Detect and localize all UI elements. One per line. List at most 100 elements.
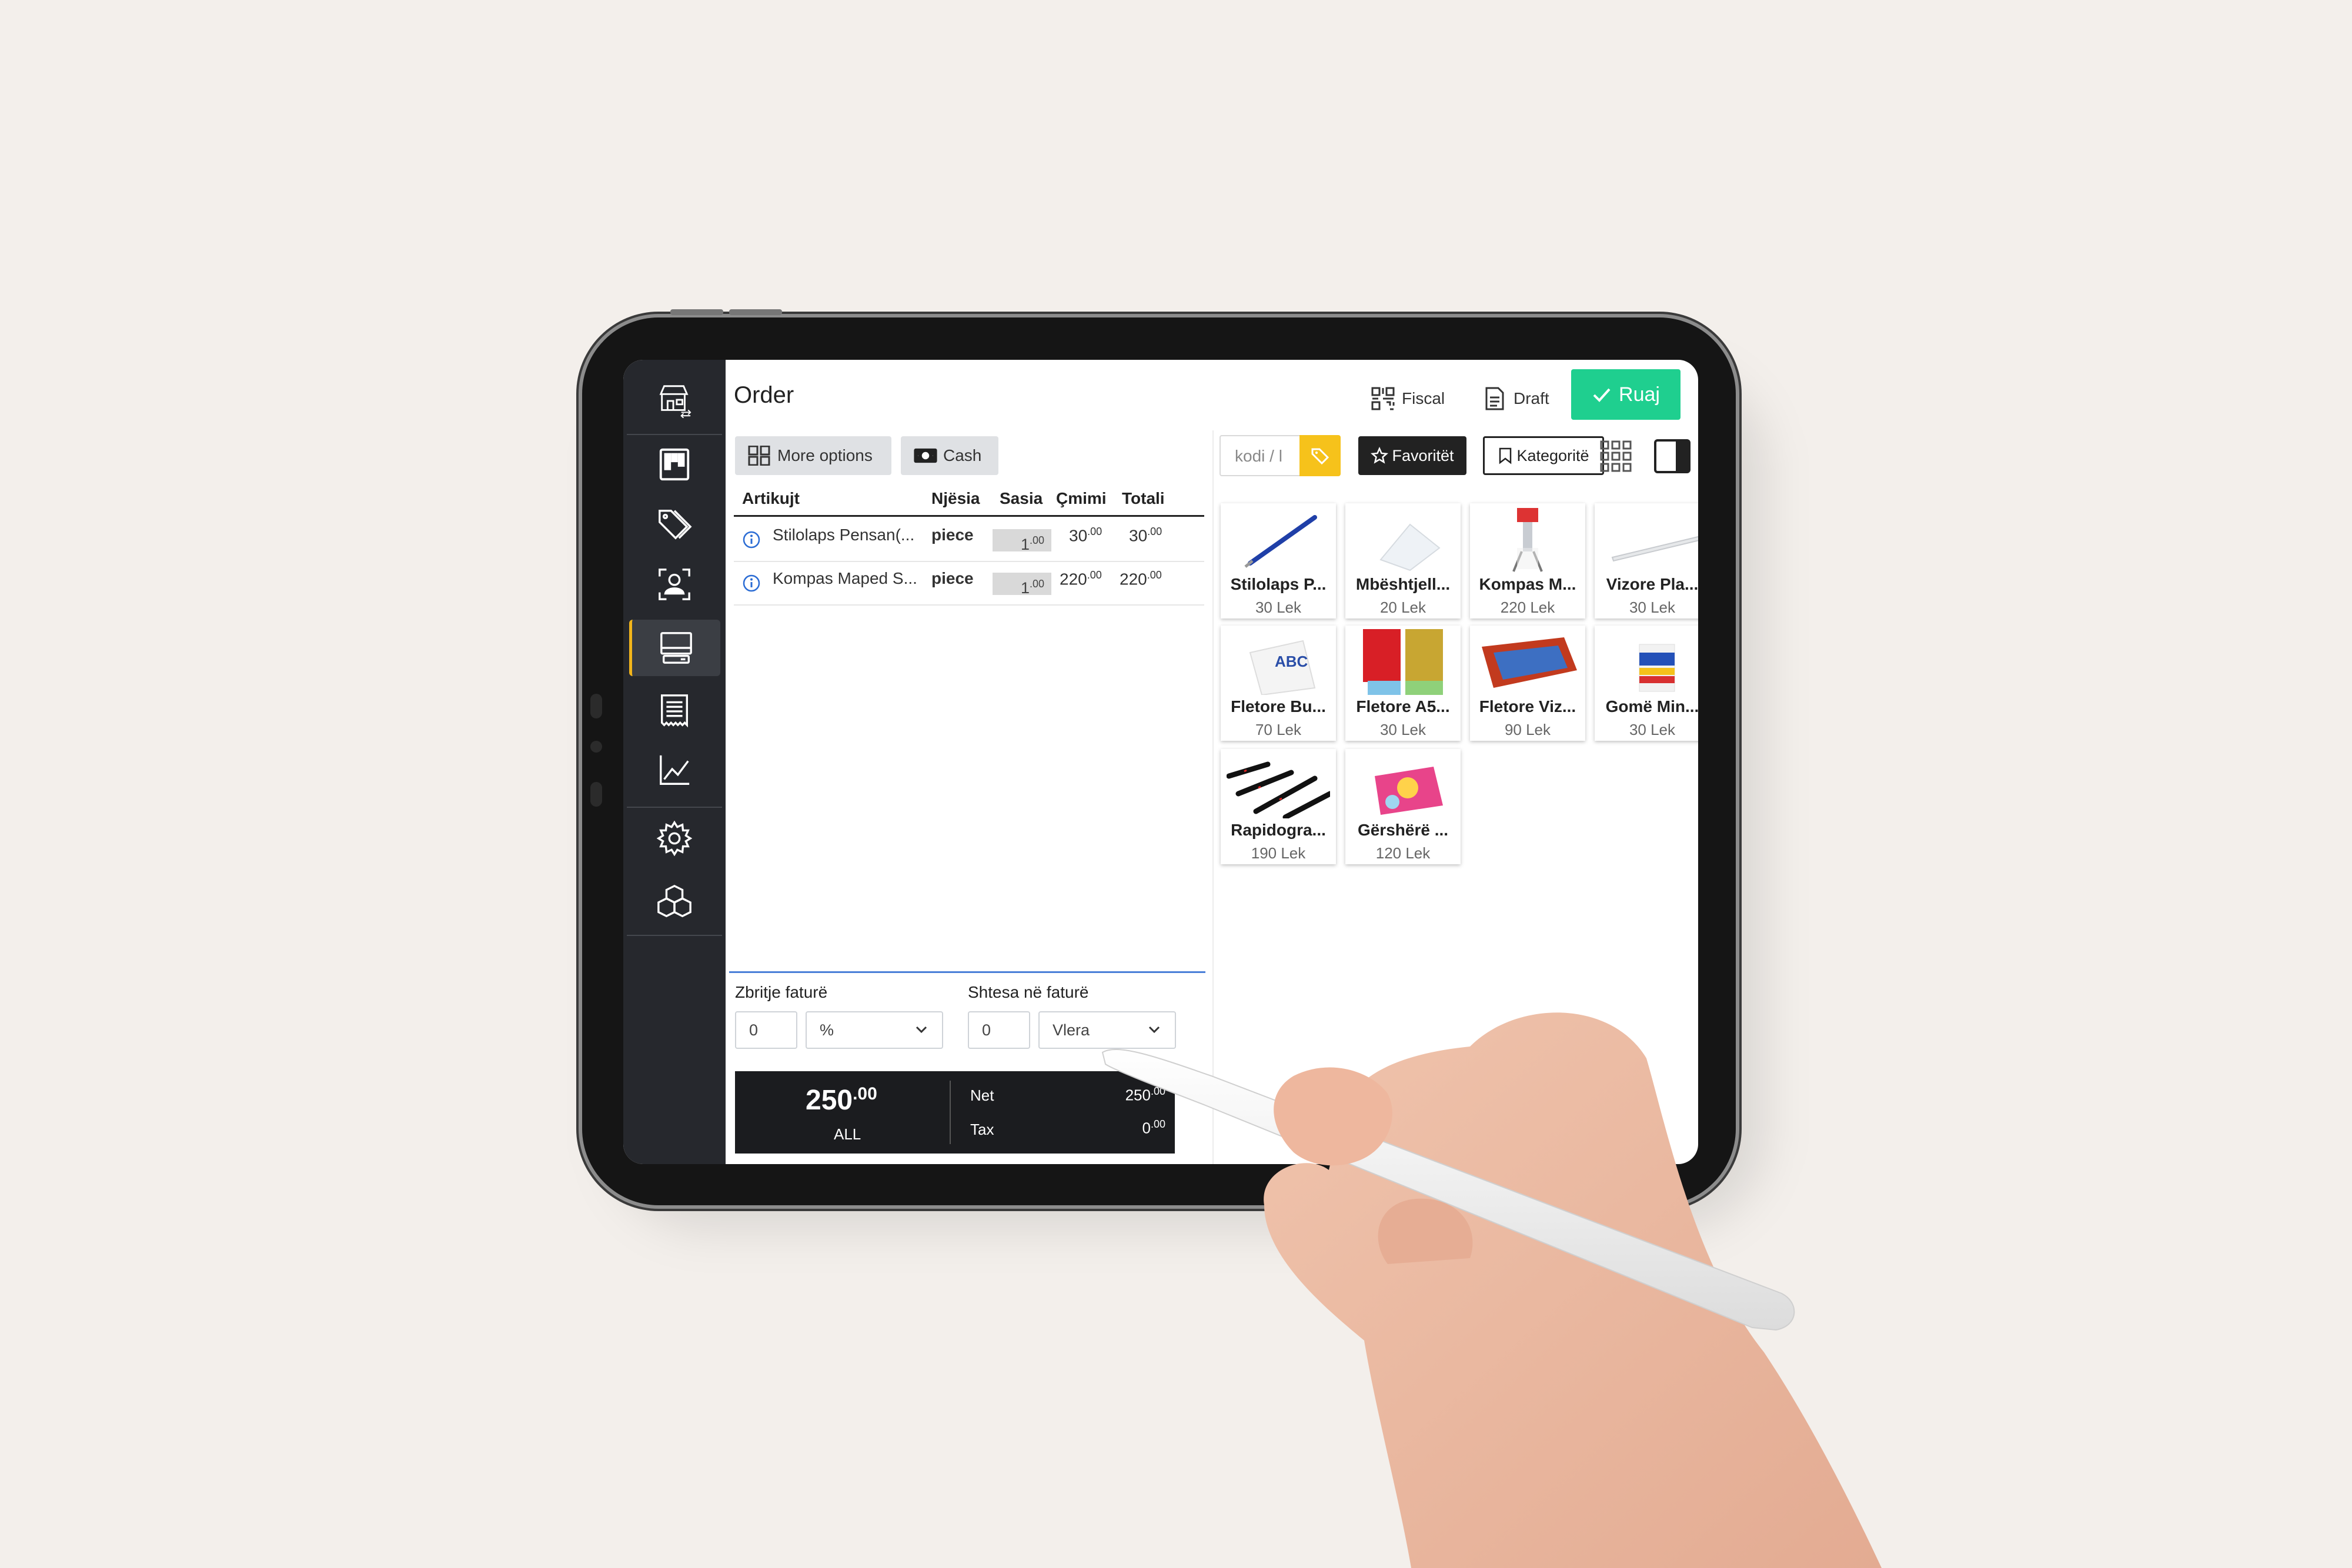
product-card[interactable]: Mbështjell... 20 Lek [1345, 503, 1461, 618]
draft-button[interactable]: Draft [1482, 375, 1549, 422]
product-image [1227, 761, 1330, 818]
tablet-sensor [590, 782, 602, 807]
surcharge-value-input[interactable]: 0 [968, 1011, 1030, 1049]
item-name: Kompas Maped S... [773, 569, 917, 587]
cash-label: Cash [943, 446, 982, 464]
table-row[interactable]: Kompas Maped S... piece 1.00 220.00 220.… [734, 562, 1204, 606]
more-options-button[interactable]: More options [735, 436, 891, 475]
draft-label: Draft [1514, 389, 1549, 407]
surcharge-label: Shtesa në faturë [968, 983, 1089, 1001]
gear-icon[interactable] [623, 810, 726, 867]
product-name: Gërshërë ... [1357, 821, 1449, 839]
discount-label: Zbritje faturë [735, 983, 828, 1001]
product-card[interactable]: Fletore Viz... 90 Lek [1470, 626, 1585, 741]
fiscal-button[interactable]: Fiscal [1370, 375, 1445, 422]
tablet-button [670, 309, 723, 315]
product-price: 120 Lek [1375, 844, 1431, 862]
col-njesia: Njësia [931, 489, 980, 507]
product-image [1379, 523, 1441, 571]
product-card[interactable]: Stilolaps P... 30 Lek [1221, 503, 1336, 618]
favorites-label: Favoritët [1392, 446, 1454, 464]
product-card[interactable]: Rapidogra... 190 Lek [1221, 749, 1336, 864]
info-icon[interactable] [742, 530, 761, 549]
discount-type-select[interactable]: % [806, 1011, 943, 1049]
tablet-button [729, 309, 782, 315]
net-value: 250.00 [1125, 1085, 1165, 1104]
product-name: Fletore A5... [1356, 697, 1450, 716]
product-name: Stilolaps P... [1230, 575, 1327, 593]
star-icon [1371, 447, 1389, 464]
chart-icon[interactable] [623, 742, 726, 798]
item-total: 220.00 [1120, 569, 1162, 589]
product-card[interactable]: ABC Fletore Bu... 70 Lek [1221, 626, 1336, 741]
product-card[interactable]: Kompas M... 220 Lek [1470, 503, 1585, 618]
product-name: Mbështjell... [1355, 575, 1451, 593]
info-icon[interactable] [742, 574, 761, 593]
product-name: Fletore Viz... [1479, 697, 1576, 716]
chevron-down-icon [1148, 1026, 1160, 1034]
product-card[interactable]: Vizore Pla... 30 Lek [1595, 503, 1698, 618]
col-cmimi: Çmimi [1056, 489, 1107, 507]
quantity-field[interactable]: 1.00 [993, 573, 1051, 597]
item-name: Stilolaps Pensan(... [773, 526, 915, 544]
pos-terminal-icon[interactable] [629, 620, 720, 676]
cash-icon [914, 448, 937, 463]
table-row[interactable]: Stilolaps Pensan(... piece 1.00 30.00 30… [734, 519, 1204, 562]
favorites-button[interactable]: Favoritët [1358, 436, 1466, 475]
categories-label: Kategoritë [1516, 446, 1589, 464]
net-label: Net [970, 1086, 994, 1104]
split-view-icon[interactable] [1653, 439, 1691, 474]
order-table-header: Artikujt Njësia Sasia Çmimi Totali [734, 482, 1204, 517]
check-icon [1593, 388, 1611, 402]
item-price: 30.00 [1069, 526, 1102, 545]
svg-text:ABC: ABC [1275, 653, 1308, 670]
grid-view-icon[interactable] [1599, 440, 1632, 473]
tags-icon[interactable] [623, 496, 726, 553]
product-card[interactable]: Gomë Min... 30 Lek [1595, 626, 1698, 741]
surcharge-type-value: Vlera [1053, 1021, 1090, 1039]
total-currency: ALL [834, 1125, 861, 1143]
product-card[interactable]: Gërshërë ... 120 Lek [1345, 749, 1461, 864]
discount-value-input[interactable]: 0 [735, 1011, 797, 1049]
tablet-sensor [590, 741, 602, 753]
user-scan-icon[interactable] [623, 556, 726, 613]
product-card[interactable]: Fletore A5... 30 Lek [1345, 626, 1461, 741]
item-total: 30.00 [1129, 526, 1162, 545]
product-name: Kompas M... [1479, 575, 1576, 593]
product-image [1482, 637, 1577, 688]
product-price: 70 Lek [1255, 721, 1302, 738]
surcharge-type-select[interactable]: Vlera [1038, 1011, 1176, 1049]
receipt-icon[interactable] [623, 682, 726, 738]
tag-icon [1311, 448, 1329, 465]
boxes-icon[interactable] [623, 874, 726, 930]
cash-button[interactable]: Cash [901, 436, 998, 475]
quantity-field[interactable]: 1.00 [993, 529, 1051, 553]
product-name: Rapidogra... [1231, 821, 1326, 839]
chevron-down-icon [916, 1026, 927, 1034]
save-button[interactable]: Ruaj [1571, 369, 1681, 420]
product-price: 30 Lek [1629, 721, 1676, 738]
product-price: 20 Lek [1379, 599, 1426, 616]
product-price: 30 Lek [1629, 599, 1676, 616]
col-artikujt: Artikujt [742, 489, 800, 507]
product-image [1244, 515, 1317, 568]
qr-code-icon [1371, 387, 1395, 410]
grid-icon [748, 446, 770, 466]
bookmark-icon [1499, 447, 1512, 464]
product-image [1611, 536, 1698, 562]
product-image: ABC [1249, 640, 1316, 695]
tax-label: Tax [970, 1121, 994, 1138]
item-unit: piece [931, 526, 974, 544]
board-icon[interactable] [623, 436, 726, 493]
search-placeholder: kodi / l [1235, 447, 1282, 465]
store-switch-icon[interactable] [623, 372, 726, 428]
discount-type-value: % [820, 1021, 834, 1039]
more-options-label: More options [777, 446, 873, 464]
categories-button[interactable]: Kategoritë [1483, 436, 1604, 475]
product-image [1512, 508, 1543, 572]
tablet-sensor [590, 694, 602, 718]
col-sasia: Sasia [1000, 489, 1043, 507]
app-screen: Order Fiscal Draft Ruaj More options Cas… [623, 360, 1698, 1164]
tag-filter-button[interactable] [1299, 435, 1341, 476]
order-total-panel: 250.00 ALL Net 250.00 Tax 0.00 [735, 1071, 1175, 1154]
